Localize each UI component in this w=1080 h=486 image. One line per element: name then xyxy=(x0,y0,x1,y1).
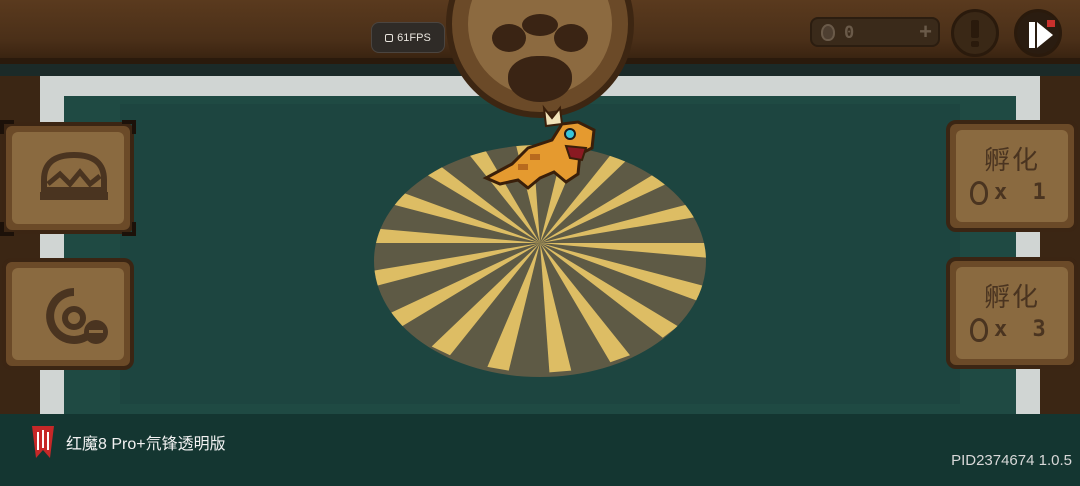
panel-face xyxy=(12,268,124,360)
dragon-shop-icon xyxy=(46,288,108,344)
red-magic-logo-icon xyxy=(32,426,54,458)
paw-toe-icon xyxy=(492,24,526,52)
dragon-shop-panel[interactable] xyxy=(2,258,134,370)
hatch-count: x 3 xyxy=(994,317,1052,342)
corner-bracket xyxy=(0,120,14,134)
egg-icon xyxy=(970,180,988,205)
corner-bracket xyxy=(122,222,136,236)
exclamation-icon xyxy=(971,20,979,47)
hatch-three-button[interactable]: 孵化 x 3 xyxy=(946,257,1078,369)
panel-face xyxy=(12,132,124,224)
paw-pad-icon xyxy=(508,56,572,102)
currency-value: 0 xyxy=(844,23,855,43)
pid-version: PID2374674 1.0.5 xyxy=(951,452,1072,469)
hatch-quantity: x 1 xyxy=(970,180,1052,205)
egg-icon xyxy=(821,24,835,41)
hatch-quantity: x 3 xyxy=(970,317,1052,342)
spotlight-ray xyxy=(374,243,540,288)
hatch-title: 孵化 xyxy=(983,283,1040,313)
egg-currency: 0 + xyxy=(810,17,940,47)
egg-icon xyxy=(970,317,988,342)
spotlight-ray xyxy=(540,198,706,243)
paw-toe-icon xyxy=(554,24,588,52)
hatchery-nest-icon xyxy=(40,151,108,200)
game-stage: 61FPS 0 + 孵化 x 1 孵化 x 3 红魔8 Pro+氘锋透明版 PI… xyxy=(0,0,1080,486)
device-brand: 红魔8 Pro+氘锋透明版 xyxy=(28,422,226,462)
hatchery-panel[interactable] xyxy=(0,120,136,236)
fps-counter: 61FPS xyxy=(371,22,445,53)
fps-label: 61FPS xyxy=(397,31,431,44)
corner-bracket xyxy=(122,120,136,134)
corner-bracket xyxy=(0,222,14,236)
panel-face: 孵化 x 1 xyxy=(956,130,1068,222)
hatch-one-button[interactable]: 孵化 x 1 xyxy=(946,120,1078,232)
panel-face: 孵化 x 3 xyxy=(956,267,1068,359)
paw-toe-icon xyxy=(522,14,558,36)
spotlight-ray xyxy=(487,243,540,371)
medallion-face xyxy=(468,0,612,102)
play-video-icon xyxy=(1029,20,1055,48)
hatch-count: x 1 xyxy=(994,180,1052,205)
play-video-button[interactable] xyxy=(1014,9,1062,57)
spotlight-ray xyxy=(540,243,678,338)
baby-dragon-sprite[interactable] xyxy=(482,104,602,194)
device-brand-text: 红魔8 Pro+氘锋透明版 xyxy=(66,436,226,453)
hatch-title: 孵化 xyxy=(983,146,1040,176)
alert-button[interactable] xyxy=(951,9,999,57)
add-currency-button[interactable]: + xyxy=(919,19,932,45)
fps-icon xyxy=(385,33,394,42)
